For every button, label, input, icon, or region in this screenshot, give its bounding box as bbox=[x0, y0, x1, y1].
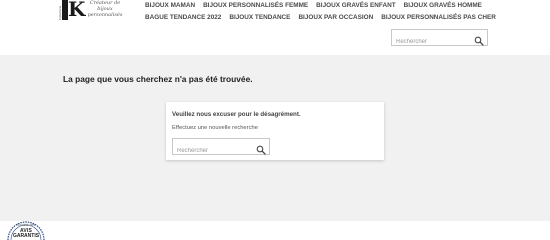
nav-item-bijoux-tendance[interactable]: Bijoux Tendance bbox=[229, 12, 290, 23]
card-text: Effectuez une nouvelle recherche bbox=[172, 125, 258, 131]
site-logo[interactable]: bijouterie K Créateur de bijoux personna… bbox=[58, 0, 128, 22]
not-found-card: Veuillez nous excuser pour le désagrémen… bbox=[166, 102, 384, 160]
card-search-input[interactable] bbox=[173, 143, 255, 159]
search-icon[interactable] bbox=[256, 142, 266, 155]
header-search-input[interactable] bbox=[392, 34, 472, 50]
main-navigation: Bijoux Maman Bijoux Personnalisés Femme … bbox=[145, 0, 496, 24]
logo-monogram: K bbox=[68, 0, 86, 21]
card-title: Veuillez nous excuser pour le désagrémen… bbox=[172, 111, 301, 118]
nav-item-bijoux-personnalises-pas-cher[interactable]: Bijoux Personnalisés Pas Cher bbox=[381, 12, 496, 23]
card-search-box bbox=[172, 138, 270, 159]
nav-item-bijoux-graves-enfant[interactable]: Bijoux Gravés Enfant bbox=[316, 0, 395, 11]
nav-item-bijoux-par-occasion[interactable]: Bijoux Par Occasion bbox=[298, 12, 373, 23]
badge-garantis-text: GARANTIS bbox=[12, 233, 40, 239]
search-icon[interactable] bbox=[474, 33, 484, 46]
nav-item-bijoux-personnalises-femme[interactable]: Bijoux Personnalisés Femme bbox=[203, 0, 308, 11]
nav-item-bijoux-maman[interactable]: Bijoux Maman bbox=[145, 0, 195, 11]
nav-item-bijoux-graves-homme[interactable]: Bijoux Gravés Homme bbox=[404, 0, 482, 11]
nav-item-bague-tendance-2022[interactable]: Bague Tendance 2022 bbox=[145, 12, 221, 23]
page-title: La page que vous cherchez n'a pas été tr… bbox=[63, 74, 253, 84]
logo-tagline: Créateur de bijoux personnalisés bbox=[87, 0, 123, 18]
site-footer: Société des AVIS GARANTIS bbox=[0, 221, 550, 240]
nav-row-1: Bijoux Maman Bijoux Personnalisés Femme … bbox=[145, 0, 485, 11]
site-header: bijouterie K Créateur de bijoux personna… bbox=[0, 0, 550, 55]
header-search-box bbox=[391, 29, 488, 50]
avis-garantis-badge[interactable]: Société des AVIS GARANTIS bbox=[4, 221, 48, 240]
nav-row-2: Bague Tendance 2022 Bijoux Tendance Bijo… bbox=[145, 12, 496, 23]
main-content: La page que vous cherchez n'a pas été tr… bbox=[0, 55, 550, 221]
badge-small-text: Société des bbox=[16, 223, 36, 227]
